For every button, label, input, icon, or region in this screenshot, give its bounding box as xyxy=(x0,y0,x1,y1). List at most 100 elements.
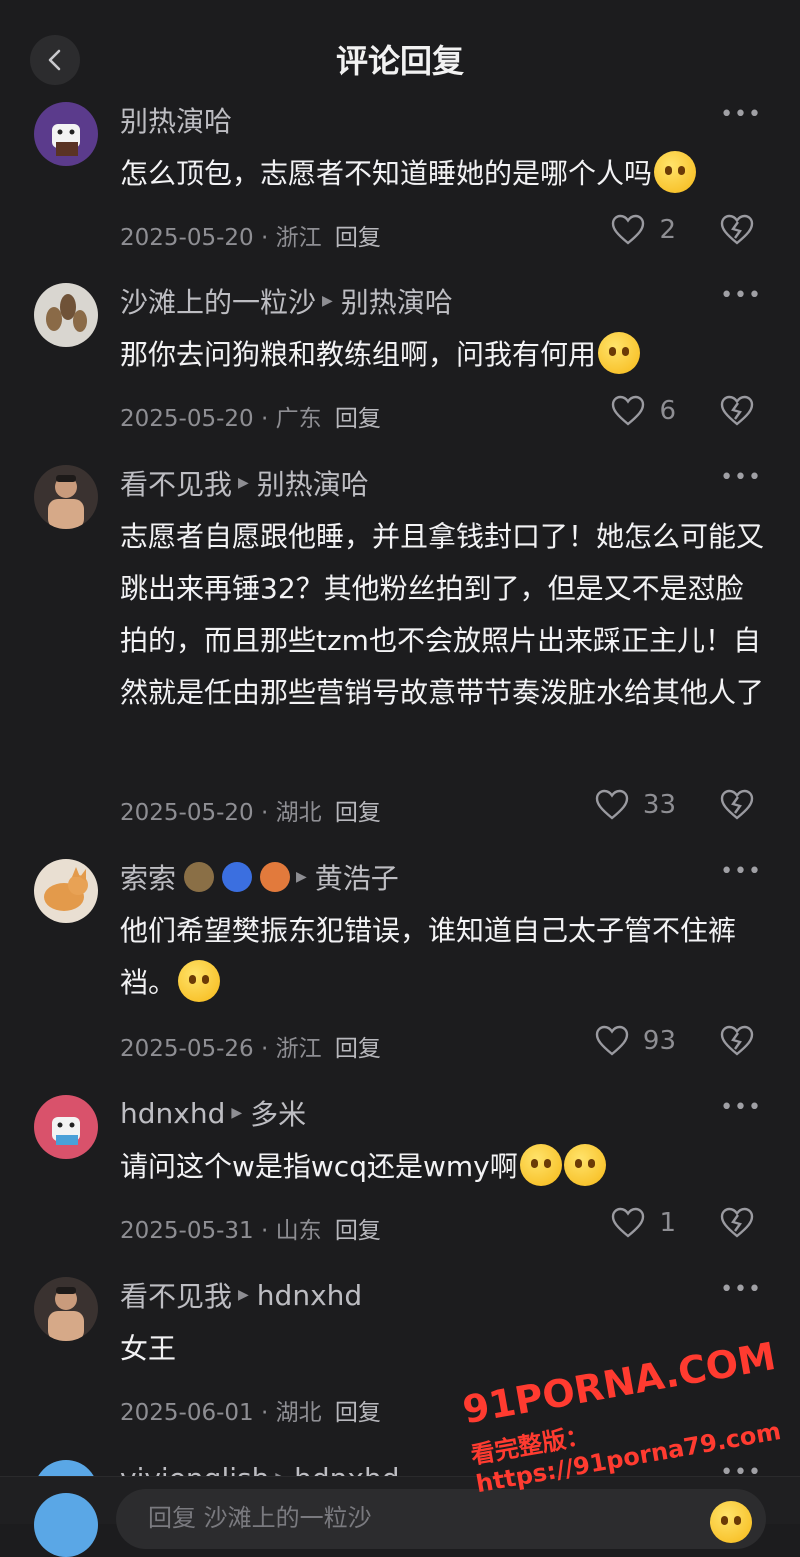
avatar-image xyxy=(44,867,88,911)
comment-text: 请问这个w是指wcq还是wmy啊 xyxy=(120,1141,770,1193)
emoji-picker-icon[interactable] xyxy=(710,1501,752,1543)
author-name[interactable]: 别热演哈 xyxy=(120,100,232,140)
more-icon[interactable]: ••• xyxy=(720,1095,762,1120)
avatar[interactable] xyxy=(34,1460,98,1476)
author-name[interactable]: 看不见我 xyxy=(120,1275,232,1315)
like-count: 6 xyxy=(659,396,676,426)
reply-to-name[interactable]: 别热演哈 xyxy=(341,281,453,321)
crown-badge-icon xyxy=(184,862,215,892)
more-icon[interactable]: ••• xyxy=(720,283,762,308)
avatar[interactable] xyxy=(34,1095,98,1159)
thinking-emoji-icon xyxy=(563,1144,606,1186)
comment-location: 湖北 xyxy=(275,1400,322,1426)
more-icon[interactable]: ••• xyxy=(720,465,762,490)
dislike-button[interactable] xyxy=(720,1207,754,1243)
like-button[interactable]: 1 xyxy=(611,1207,676,1239)
like-button[interactable]: 93 xyxy=(595,1025,676,1057)
like-button[interactable]: 33 xyxy=(595,789,676,821)
reply-button[interactable]: 回复 xyxy=(335,1400,381,1426)
comment-meta: 2025-05-31 · 山东 回复 xyxy=(120,1218,381,1244)
eye-badge-icon xyxy=(260,862,291,892)
comment-text: 志愿者自愿跟他睡，并且拿钱封口了！她怎么可能又跳出来再锤32？其他粉丝拍到了，但… xyxy=(120,520,765,709)
like-button[interactable]: 6 xyxy=(611,395,676,427)
wondering-emoji-icon xyxy=(519,1144,562,1186)
avatar-image xyxy=(48,1287,84,1341)
crying-laughing-emoji-icon xyxy=(178,960,221,1002)
like-count: 93 xyxy=(642,1026,676,1056)
reply-arrow-icon: ▶ xyxy=(238,475,249,491)
reply-arrow-icon: ▶ xyxy=(238,1287,249,1303)
author-name[interactable]: 索索 xyxy=(120,857,176,897)
comment-meta: 2025-05-20 · 浙江 回复 xyxy=(120,225,381,251)
avatar-image xyxy=(52,1117,80,1145)
heart-icon xyxy=(595,1025,629,1056)
dislike-button[interactable] xyxy=(720,789,754,825)
comment-author: 沙滩上的一粒沙 ▶ 别热演哈 xyxy=(120,281,453,321)
smiling-emoji-icon xyxy=(598,332,641,374)
reply-button[interactable]: 回复 xyxy=(335,800,381,826)
comment-date: 2025-05-20 xyxy=(120,800,254,826)
dislike-button[interactable] xyxy=(720,1025,754,1061)
avatar-image xyxy=(46,294,87,332)
reply-to-name[interactable]: 黄浩子 xyxy=(315,857,399,897)
comment-text: 那你去问狗粮和教练组啊，问我有何用 xyxy=(120,329,770,381)
avatar[interactable] xyxy=(34,1277,98,1341)
heart-icon xyxy=(612,395,645,426)
comment-author: 看不见我 ▶ hdnxhd xyxy=(120,1275,362,1315)
like-count: 33 xyxy=(642,790,676,820)
reply-to-name[interactable]: 别热演哈 xyxy=(257,463,369,503)
reply-button[interactable]: 回复 xyxy=(335,225,381,251)
my-avatar xyxy=(34,1493,98,1557)
avatar-image xyxy=(52,124,80,156)
reply-arrow-icon: ▶ xyxy=(322,293,333,309)
broken-heart-icon xyxy=(720,1025,754,1056)
like-count: 1 xyxy=(659,1208,676,1238)
broken-heart-icon xyxy=(720,395,754,426)
author-name[interactable]: vivienglish xyxy=(120,1462,269,1477)
reply-button[interactable]: 回复 xyxy=(335,406,381,432)
star-eyes-emoji-icon xyxy=(654,151,697,193)
broken-heart-icon xyxy=(720,1207,754,1238)
comment-author: hdnxhd ▶ 多米 xyxy=(120,1093,306,1133)
author-name[interactable]: hdnxhd xyxy=(120,1097,225,1130)
comment-text: 怎么顶包，志愿者不知道睡她的是哪个人吗 xyxy=(120,148,770,200)
reply-button[interactable]: 回复 xyxy=(335,1036,381,1062)
page-title: 评论回复 xyxy=(335,42,464,80)
reply-button[interactable]: 回复 xyxy=(335,1218,381,1244)
avatar[interactable] xyxy=(34,465,98,529)
comment-date: 2025-05-20 xyxy=(120,406,254,432)
comment-date: 2025-06-01 xyxy=(120,1400,254,1426)
reply-to-name[interactable]: hdnxhd xyxy=(294,1462,399,1477)
reply-to-name[interactable]: hdnxhd xyxy=(257,1279,362,1312)
reply-arrow-icon: ▶ xyxy=(296,869,307,885)
avatar[interactable] xyxy=(34,102,98,166)
avatar[interactable] xyxy=(34,283,98,347)
comment-author: vivienglish ▶ hdnxhd xyxy=(120,1458,399,1477)
reply-to-name[interactable]: 多米 xyxy=(250,1093,306,1133)
more-icon[interactable]: ••• xyxy=(720,102,762,127)
author-name[interactable]: 沙滩上的一粒沙 xyxy=(120,281,316,321)
dislike-button[interactable] xyxy=(720,214,754,250)
reply-arrow-icon: ▶ xyxy=(231,1105,243,1121)
dislike-button[interactable] xyxy=(720,395,754,431)
comment-date: 2025-05-20 xyxy=(120,225,254,251)
broken-heart-icon xyxy=(720,789,754,820)
comment-meta: 2025-05-20 · 广东 回复 xyxy=(120,406,381,432)
comment-location: 浙江 xyxy=(275,225,322,251)
comment-location: 湖北 xyxy=(275,800,322,826)
comment-author: 看不见我 ▶ 别热演哈 xyxy=(120,463,369,503)
heart-icon xyxy=(595,789,629,820)
comment-location: 浙江 xyxy=(275,1036,322,1062)
diamond-badge-icon xyxy=(222,862,253,892)
comment-meta: 2025-06-01 · 湖北 回复 xyxy=(120,1400,381,1426)
more-icon[interactable]: ••• xyxy=(720,1277,762,1302)
header: 评论回复 xyxy=(0,0,800,110)
like-button[interactable]: 2 xyxy=(611,214,676,246)
heart-icon xyxy=(612,1207,645,1238)
like-count: 2 xyxy=(659,215,676,245)
author-name[interactable]: 看不见我 xyxy=(120,463,232,503)
avatar[interactable] xyxy=(34,859,98,923)
comment-author: 索索 ▶ 黄浩子 xyxy=(120,857,399,897)
comment-date: 2025-05-26 xyxy=(120,1036,254,1062)
more-icon[interactable]: ••• xyxy=(720,859,762,884)
